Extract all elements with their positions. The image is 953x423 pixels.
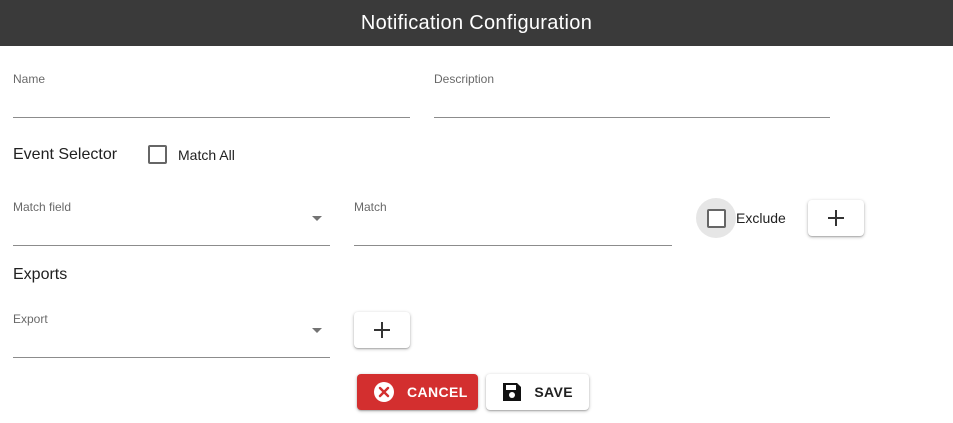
match-all-box[interactable]: [148, 145, 167, 164]
exports-heading: Exports: [13, 266, 68, 283]
floppy-disk-icon: [502, 381, 522, 403]
match-field-label: Match field: [13, 200, 72, 214]
match-field-underline: [13, 245, 330, 246]
name-underline: [13, 117, 410, 118]
match-underline: [354, 245, 672, 246]
cancel-circle-icon: [373, 381, 395, 403]
export-label: Export: [13, 312, 48, 326]
cancel-button[interactable]: CANCEL: [357, 374, 478, 410]
cancel-label: CANCEL: [407, 384, 468, 400]
save-button[interactable]: SAVE: [486, 374, 589, 410]
match-all-label: Match All: [178, 146, 235, 163]
page-title: Notification Configuration: [360, 11, 593, 34]
description-underline: [434, 117, 830, 118]
export-underline: [13, 357, 330, 358]
description-label: Description: [434, 72, 495, 86]
description-field[interactable]: Description: [434, 72, 830, 118]
add-export-button[interactable]: [354, 312, 410, 348]
export-select[interactable]: Export: [13, 312, 330, 358]
name-field[interactable]: Name: [13, 72, 410, 118]
match-all-checkbox[interactable]: Match All: [148, 145, 235, 164]
exclude-checkbox-ripple[interactable]: [696, 198, 736, 238]
plus-icon: [374, 322, 390, 338]
name-label: Name: [13, 72, 46, 86]
match-input[interactable]: Match: [354, 200, 672, 246]
exclude-box[interactable]: [706, 208, 726, 228]
exclude-label: Exclude: [736, 210, 786, 226]
match-label: Match: [354, 200, 387, 214]
match-field-select[interactable]: Match field: [13, 200, 330, 246]
add-match-button[interactable]: [808, 200, 864, 236]
save-label: SAVE: [534, 384, 573, 400]
title-bar: Notification Configuration: [0, 0, 953, 46]
plus-icon: [828, 210, 844, 226]
arrow-drop-down-icon: [312, 328, 322, 333]
event-selector-heading: Event Selector: [13, 146, 118, 163]
arrow-drop-down-icon: [312, 216, 322, 221]
